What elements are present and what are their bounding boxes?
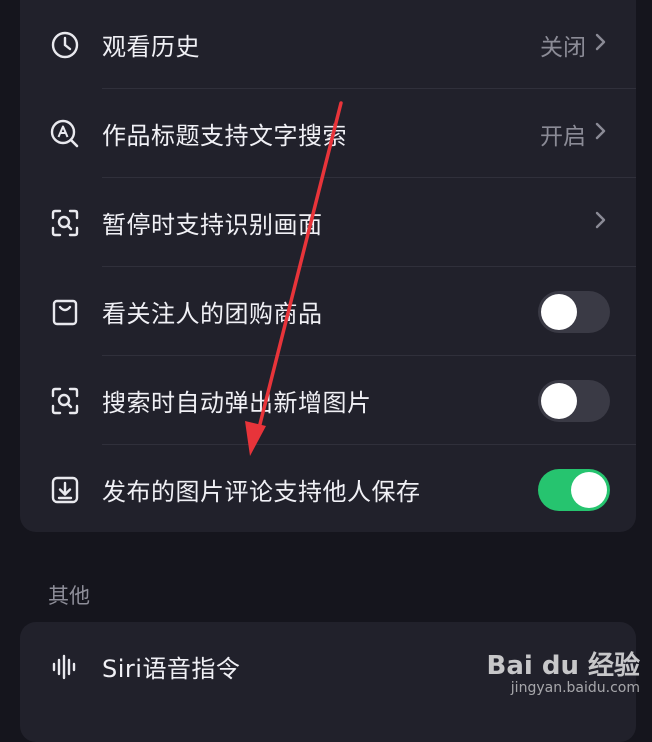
watermark-brand: Bai du 经验 bbox=[486, 651, 641, 681]
watermark: Bai du 经验 jingyan.baidu.com bbox=[487, 645, 641, 696]
annotation-arrow bbox=[245, 101, 343, 456]
watermark-url: jingyan.baidu.com bbox=[510, 680, 640, 696]
